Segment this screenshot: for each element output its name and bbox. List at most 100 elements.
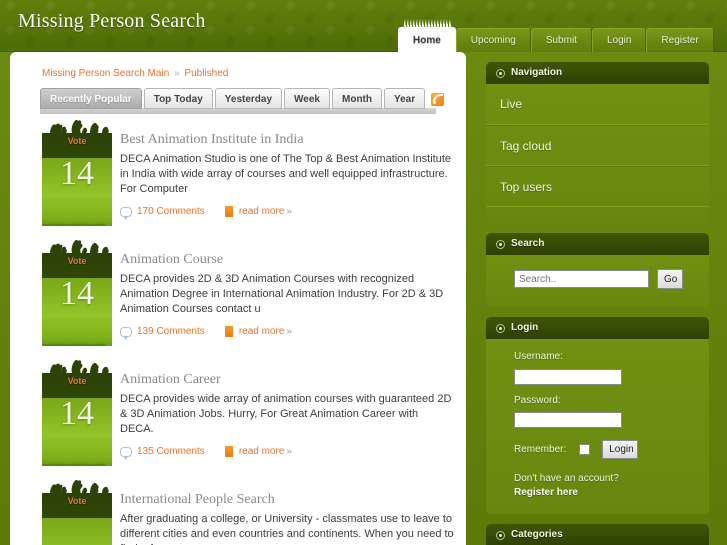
filter-tab-yesterday[interactable]: Yesterday [214,88,283,109]
search-go-button[interactable]: Go [657,269,683,289]
article-meta: 139 Comments read more» [120,326,456,340]
panel-navigation-body: Live Tag cloud Top users [486,84,709,223]
vote-box[interactable]: Vote [42,476,112,545]
tree-silhouette-icon [42,116,112,136]
nav-tab-upcoming[interactable]: Upcoming [455,28,531,52]
bullet-icon [496,68,505,78]
grass-texture [42,456,112,466]
article-body: Animation Career DECA provides wide arra… [120,356,456,460]
register-here-link[interactable]: Register here [514,487,695,498]
article-meta: 135 Comments read more» [120,446,456,460]
filter-tab-top-today[interactable]: Top Today [143,88,213,109]
article-item: Vote 14 Animation Course DECA provides 2… [10,236,466,356]
article-title[interactable]: Animation Course [120,250,456,270]
panel-search-body: Go [486,255,709,307]
filter-tab-week[interactable]: Week [284,88,330,109]
filter-tab-month[interactable]: Month [332,88,382,109]
password-label: Password: [514,394,561,406]
article-body: International People Search After gradua… [120,476,456,545]
read-more-arrow: » [286,446,292,457]
nav-bottom-pad [486,207,709,223]
password-field[interactable] [514,412,622,428]
account-note: Don't have an account? [514,473,619,484]
article-item: Vote 14 Best Animation Institute in Indi… [10,116,466,236]
comment-bubble-icon [120,446,132,460]
breadcrumb-current: Published [184,68,229,79]
panel-search-title: Search [511,238,545,249]
read-more-icon [224,206,233,217]
article-title[interactable]: Best Animation Institute in India [120,130,456,150]
vote-label: Vote [67,376,87,386]
top-navigation: Home Upcoming Submit Login Register [398,27,714,52]
article-body: Animation Course DECA provides 2D & 3D A… [120,236,456,340]
nav-tab-login[interactable]: Login [591,28,647,52]
sidebar-item-tag-cloud[interactable]: Tag cloud [486,125,709,166]
bullet-icon [496,530,505,540]
login-form: Username: Password: Remember: Login Don'… [486,339,709,514]
article-item: Vote 14 Animation Career DECA provides w… [10,356,466,476]
read-more-icon [224,446,233,457]
read-more-link[interactable]: read more» [239,446,292,457]
article-title[interactable]: Animation Career [120,370,456,390]
panel-navigation: Navigation Live Tag cloud Top users [486,62,709,223]
sidebar-item-top-users[interactable]: Top users [486,166,709,207]
article-title[interactable]: International People Search [120,490,456,510]
vote-label: Vote [67,136,87,146]
read-more-arrow: » [286,326,292,337]
vote-count: 14 [60,155,94,192]
panel-login-body: Username: Password: Remember: Login Don'… [486,339,709,514]
bullet-icon [496,239,505,249]
comment-count[interactable]: 139 Comments [137,326,205,337]
panel-search: Search Go [486,233,709,307]
article-description: DECA Animation Studio is one of The Top … [120,153,452,195]
read-more-label: read more [238,206,285,217]
comment-count[interactable]: 170 Comments [137,206,205,217]
search-row: Go [486,255,709,307]
tree-silhouette-icon [42,356,112,376]
read-more-label: read more [238,326,285,337]
vote-label: Vote [67,496,87,506]
remember-row: Remember: Login [514,440,695,459]
breadcrumb-root[interactable]: Missing Person Search Main [42,68,169,79]
panel-navigation-title: Navigation [511,67,563,78]
grass-texture [42,216,112,226]
search-input[interactable] [514,270,649,288]
read-more-label: read more [238,446,285,457]
filter-tabs: Recently Popular Top Today Yesterday Wee… [40,88,445,109]
filter-strip: Recently Popular Top Today Yesterday Wee… [40,88,445,114]
comment-bubble-icon [120,326,132,340]
filter-tab-year[interactable]: Year [384,88,426,109]
read-more-icon [224,326,233,337]
read-more-link[interactable]: read more» [239,206,292,217]
breadcrumb-separator: » [174,68,180,79]
nav-tab-register[interactable]: Register [646,28,714,52]
article-description: After graduating a college, or Universit… [120,513,454,545]
vote-box[interactable]: Vote 14 [42,356,112,466]
vote-box[interactable]: Vote 14 [42,116,112,226]
remember-label: Remember: [514,444,567,455]
bullet-icon [496,323,505,333]
vote-count: 14 [60,395,94,432]
article-item: Vote International People Search After g… [10,476,466,545]
panel-navigation-header: Navigation [486,62,709,84]
username-field[interactable] [514,368,622,385]
read-more-link[interactable]: read more» [239,326,292,337]
article-description: DECA provides wide array of animation co… [120,393,452,435]
tree-silhouette-icon [42,236,112,256]
vote-count: 14 [60,275,94,312]
main-column: Missing Person Search Main » Published R… [10,52,466,545]
comment-count[interactable]: 135 Comments [137,446,205,457]
article-list: Vote 14 Best Animation Institute in Indi… [10,116,466,545]
nav-tab-home[interactable]: Home [398,27,456,52]
filter-tab-recently-popular[interactable]: Recently Popular [40,88,142,109]
breadcrumb: Missing Person Search Main » Published [42,68,228,79]
nav-tab-submit[interactable]: Submit [530,28,592,52]
site-title: Missing Person Search [18,10,206,32]
article-description: DECA provides 2D & 3D Animation Courses … [120,273,444,315]
site-header: Missing Person Search Home Upcoming Subm… [0,0,727,52]
sidebar-item-live[interactable]: Live [486,84,709,125]
vote-box[interactable]: Vote 14 [42,236,112,346]
login-button[interactable]: Login [602,440,639,459]
rss-feed-icon[interactable] [431,93,445,106]
remember-checkbox[interactable] [579,444,591,455]
